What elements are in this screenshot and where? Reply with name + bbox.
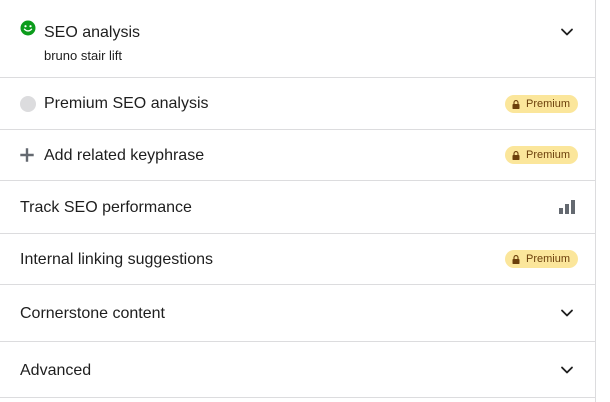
chevron-down-icon[interactable] — [560, 306, 574, 320]
smiley-face-icon — [20, 20, 36, 36]
premium-badge: Premium — [504, 95, 578, 113]
lock-icon — [512, 99, 520, 109]
lock-icon — [512, 254, 520, 264]
seo-analysis-text: SEO analysis bruno stair lift — [44, 24, 140, 63]
track-seo-performance-row[interactable]: Track SEO performance — [0, 181, 596, 234]
plus-icon — [20, 148, 34, 162]
premium-badge: Premium — [504, 250, 578, 268]
seo-analysis-label: SEO analysis — [44, 24, 141, 41]
internal-linking-suggestions-row[interactable]: Internal linking suggestions Premium — [0, 234, 596, 285]
premium-badge: Premium — [504, 146, 578, 164]
add-related-keyphrase-label: Add related keyphrase — [44, 147, 205, 164]
cornerstone-content-row[interactable]: Cornerstone content — [0, 285, 596, 342]
premium-badge-label: Premium — [525, 149, 570, 161]
chevron-down-icon[interactable] — [560, 25, 574, 39]
premium-badge-label: Premium — [525, 253, 570, 265]
chevron-down-icon[interactable] — [560, 363, 574, 377]
premium-seo-analysis-row[interactable]: Premium SEO analysis Premium — [0, 78, 596, 130]
premium-seo-analysis-label: Premium SEO analysis — [44, 95, 209, 112]
add-related-keyphrase-row[interactable]: Add related keyphrase Premium — [0, 130, 596, 181]
premium-badge-label: Premium — [525, 98, 570, 110]
internal-linking-suggestions-label: Internal linking suggestions — [20, 251, 214, 268]
track-seo-performance-label: Track SEO performance — [20, 199, 192, 216]
advanced-label: Advanced — [20, 362, 92, 379]
cornerstone-content-label: Cornerstone content — [20, 305, 165, 322]
bar-chart-icon — [559, 200, 575, 214]
lock-icon — [512, 150, 520, 160]
focus-keyphrase-label: bruno stair lift — [44, 48, 123, 63]
advanced-row[interactable]: Advanced — [0, 342, 596, 398]
seo-metabox-panel: SEO analysis bruno stair lift Premium SE… — [0, 0, 596, 402]
seo-analysis-row[interactable]: SEO analysis bruno stair lift — [0, 0, 596, 78]
gray-circle-icon — [20, 96, 36, 112]
